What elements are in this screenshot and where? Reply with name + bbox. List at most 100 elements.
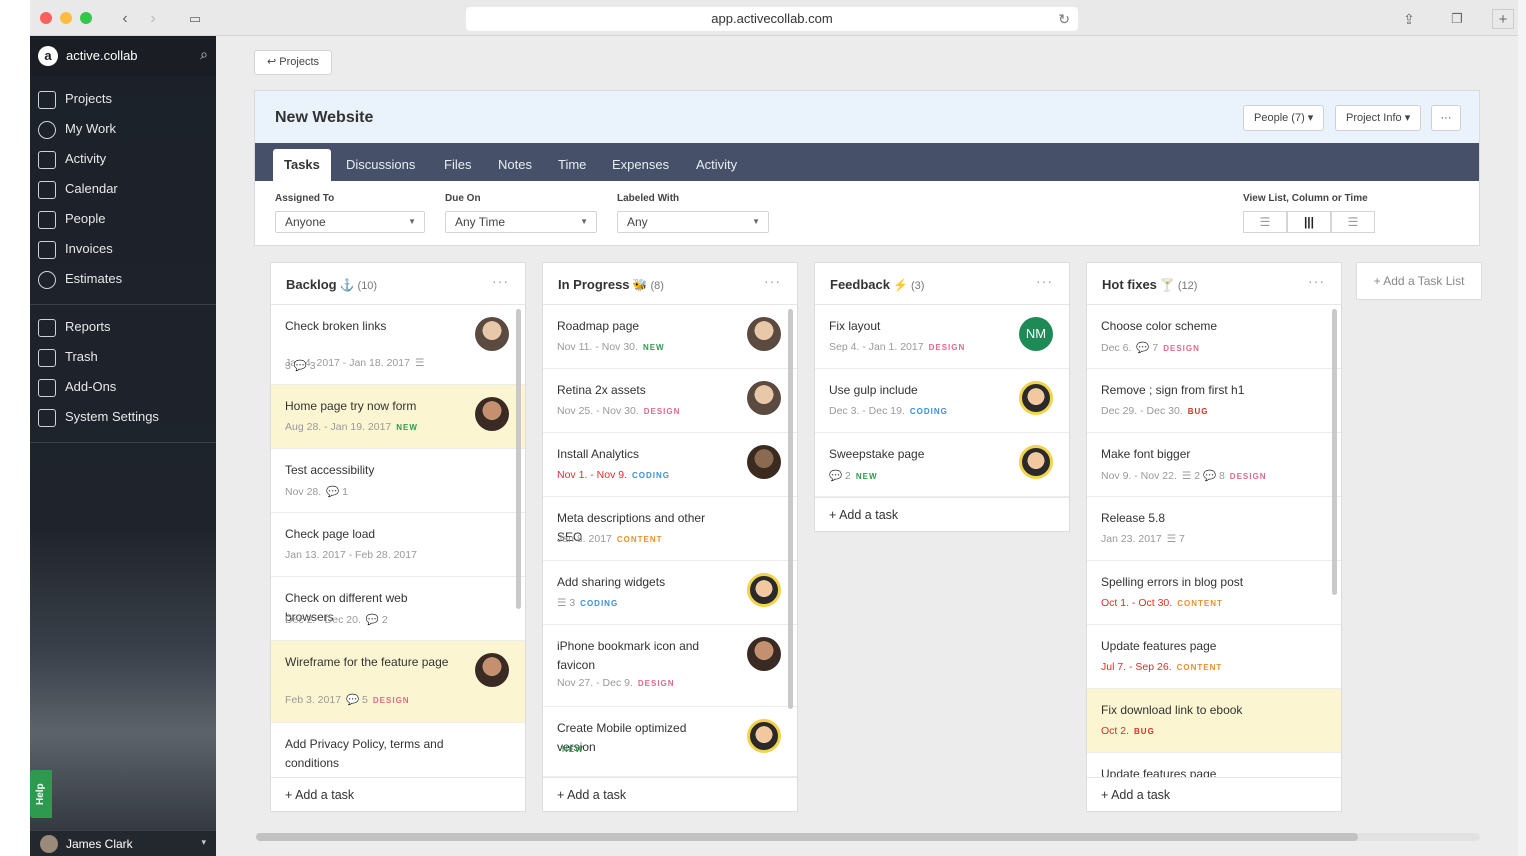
assignee-avatar[interactable] <box>475 397 509 431</box>
column-title[interactable]: Feedback ⚡ (3) <box>830 277 924 292</box>
help-tab[interactable]: Help <box>30 770 52 818</box>
labeled-with-select[interactable]: Any ▼ <box>617 211 769 233</box>
add-task-button[interactable]: + Add a task <box>815 497 1069 531</box>
sidebar-toggle-icon[interactable]: ▭ <box>184 9 206 29</box>
tab-files[interactable]: Files <box>433 149 482 181</box>
tab-expenses[interactable]: Expenses <box>601 149 680 181</box>
task-card[interactable]: Sweepstake page 💬 2 NEW <box>815 433 1069 497</box>
task-card[interactable]: Choose color scheme Dec 6. 💬 7 DESIGN <box>1087 305 1341 369</box>
task-card[interactable]: Check on different web browsers Dec 2. - … <box>271 577 525 641</box>
column-scrollbar[interactable] <box>1332 309 1337 595</box>
task-card[interactable]: iPhone bookmark icon and favicon Nov 27. … <box>543 625 797 707</box>
column-view-icon[interactable]: ||| <box>1287 211 1331 233</box>
sidebar-item-trash[interactable]: Trash <box>38 346 208 368</box>
task-card[interactable]: Release 5.8 Jan 23. 2017 ☰ 7 <box>1087 497 1341 561</box>
column-scrollbar[interactable] <box>788 309 793 709</box>
assignee-avatar[interactable] <box>747 637 781 671</box>
forward-icon[interactable]: › <box>142 9 164 29</box>
sidebar-item-activity[interactable]: Activity <box>38 148 208 170</box>
sidebar-item-calendar[interactable]: Calendar <box>38 178 208 200</box>
column-title[interactable]: Backlog ⚓ (10) <box>286 277 377 292</box>
task-card[interactable]: Check broken links Jan 4. 2017 - Jan 18. … <box>271 305 525 385</box>
activecollab-logo-icon[interactable]: a <box>38 46 58 66</box>
column-more-icon[interactable]: ··· <box>764 273 781 289</box>
add-task-list-button[interactable]: + Add a Task List <box>1356 262 1482 300</box>
sidebar-item-projects[interactable]: Projects <box>38 88 208 110</box>
add-task-button[interactable]: + Add a task <box>543 777 797 811</box>
column-title[interactable]: In Progress 🐝 (8) <box>558 277 664 292</box>
task-card[interactable]: Retina 2x assets Nov 25. - Nov 30. DESIGN <box>543 369 797 433</box>
sidebar-item-add-ons[interactable]: Add-Ons <box>38 376 208 398</box>
task-card[interactable]: Use gulp include Dec 3. - Dec 19. CODING <box>815 369 1069 433</box>
task-card[interactable]: Install Analytics Nov 1. - Nov 9. CODING <box>543 433 797 497</box>
zoom-window-button[interactable] <box>80 12 92 24</box>
close-window-button[interactable] <box>40 12 52 24</box>
tabs-icon[interactable]: ❐ <box>1446 9 1468 29</box>
new-tab-icon[interactable]: + <box>1492 9 1514 29</box>
add-task-button[interactable]: + Add a task <box>1087 777 1341 811</box>
sidebar-item-reports[interactable]: Reports <box>38 316 208 338</box>
address-bar[interactable]: app.activecollab.com ↻ <box>466 7 1078 31</box>
people-button[interactable]: People (7) ▾ <box>1243 105 1325 131</box>
assigned-to-select[interactable]: Anyone ▼ <box>275 211 425 233</box>
task-label-badge: DESIGN <box>643 407 681 416</box>
task-card[interactable]: Update features page <box>1087 753 1341 777</box>
sidebar-item-my-work[interactable]: My Work <box>38 118 208 140</box>
more-options-button[interactable]: ··· <box>1431 105 1461 131</box>
column-more-icon[interactable]: ··· <box>1036 273 1053 289</box>
minimize-window-button[interactable] <box>60 12 72 24</box>
projects-breadcrumb-button[interactable]: ↩ Projects <box>254 50 333 75</box>
horizontal-scrollbar[interactable] <box>256 833 1480 841</box>
back-icon[interactable]: ‹ <box>114 9 136 29</box>
assignee-avatar[interactable] <box>1019 445 1053 479</box>
task-card[interactable]: Add Privacy Policy, terms and conditions <box>271 723 525 777</box>
task-card[interactable]: Add sharing widgets ☰ 3 CODING <box>543 561 797 625</box>
column-more-icon[interactable]: ··· <box>492 273 509 289</box>
assignee-avatar[interactable] <box>747 573 781 607</box>
column-title[interactable]: Hot fixes 🍸 (12) <box>1102 277 1197 292</box>
task-card[interactable]: Wireframe for the feature page Feb 3. 201… <box>271 641 525 723</box>
task-card[interactable]: Remove ; sign from first h1 Dec 29. - Dec… <box>1087 369 1341 433</box>
task-card[interactable]: Meta descriptions and other SEO Jan 8. 20… <box>543 497 797 561</box>
assignee-avatar[interactable] <box>475 317 509 351</box>
assignee-avatar[interactable] <box>747 719 781 753</box>
assignee-avatar[interactable] <box>747 381 781 415</box>
assignee-avatar[interactable]: NM <box>1019 317 1053 351</box>
add-task-button[interactable]: + Add a task <box>271 777 525 811</box>
list-view-icon[interactable]: ☰ <box>1243 211 1287 233</box>
task-card[interactable]: Create Mobile optimized version NEW <box>543 707 797 777</box>
search-icon[interactable]: ⌕ <box>200 46 208 63</box>
reload-icon[interactable]: ↻ <box>1058 7 1070 31</box>
scrollbar-thumb[interactable] <box>256 833 1358 841</box>
column-scrollbar[interactable] <box>516 309 521 609</box>
task-card[interactable]: Make font bigger Nov 9. - Nov 22. ☰ 2 💬 8 D… <box>1087 433 1341 497</box>
task-meta: Nov 1. - Nov 9. CODING <box>557 469 670 481</box>
sidebar-item-invoices[interactable]: Invoices <box>38 238 208 260</box>
task-card[interactable]: Fix layout Sep 4. - Jan 1. 2017 DESIGN NM <box>815 305 1069 369</box>
timeline-view-icon[interactable]: ☰ <box>1331 211 1375 233</box>
due-on-select[interactable]: Any Time ▼ <box>445 211 597 233</box>
task-card[interactable]: Home page try now form Aug 28. - Jan 19. … <box>271 385 525 449</box>
project-info-button[interactable]: Project Info ▾ <box>1335 105 1422 131</box>
assignee-avatar[interactable] <box>747 317 781 351</box>
user-menu[interactable]: James Clark ▾ <box>30 830 216 856</box>
column-more-icon[interactable]: ··· <box>1308 273 1325 289</box>
task-card[interactable]: Test accessibility Nov 28. 💬 1 <box>271 449 525 513</box>
task-card[interactable]: Roadmap page Nov 11. - Nov 30. NEW <box>543 305 797 369</box>
sidebar-item-people[interactable]: People <box>38 208 208 230</box>
share-icon[interactable]: ⇪ <box>1398 9 1420 29</box>
assignee-avatar[interactable] <box>475 653 509 687</box>
assignee-avatar[interactable] <box>1019 381 1053 415</box>
task-card[interactable]: Fix download link to ebook Oct 2. BUG <box>1087 689 1341 753</box>
assignee-avatar[interactable] <box>747 445 781 479</box>
sidebar-item-system-settings[interactable]: System Settings <box>38 406 208 428</box>
tab-notes[interactable]: Notes <box>487 149 543 181</box>
task-card[interactable]: Spelling errors in blog post Oct 1. - Oct… <box>1087 561 1341 625</box>
sidebar-item-estimates[interactable]: Estimates <box>38 268 208 290</box>
tab-time[interactable]: Time <box>547 149 597 181</box>
tab-activity[interactable]: Activity <box>685 149 748 181</box>
tab-discussions[interactable]: Discussions <box>335 149 426 181</box>
tab-tasks[interactable]: Tasks <box>273 149 331 181</box>
task-card[interactable]: Update features page Jul 7. - Sep 26. CONT… <box>1087 625 1341 689</box>
task-card[interactable]: Check page load Jan 13. 2017 - Feb 28. 20… <box>271 513 525 577</box>
